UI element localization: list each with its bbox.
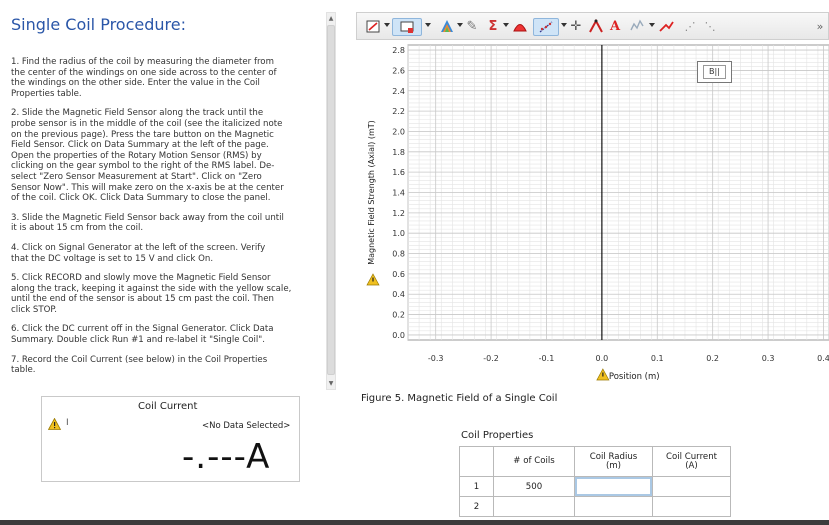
scroll-down-icon[interactable]: ▼ [327, 379, 335, 388]
coil-current-value: -.---A [182, 437, 270, 477]
coil-current-cell[interactable] [652, 476, 731, 497]
y-tick-label: 0.0 [392, 331, 405, 340]
highlight-icon[interactable]: ✎ [463, 18, 481, 36]
y-tick-label: 1.8 [392, 148, 405, 157]
table-row: 1 500 [459, 476, 731, 497]
step-2: 2. Slide the Magnetic Field Sensor along… [11, 108, 284, 204]
coil-radius-cell[interactable] [574, 476, 653, 497]
header-index [459, 446, 494, 477]
y-tick-label: 0.4 [392, 290, 405, 299]
y-tick-label: 2.6 [392, 66, 405, 75]
chevron-down-icon[interactable] [649, 23, 655, 27]
scroll-thumb[interactable] [327, 25, 335, 375]
x-tick-label: 0.2 [706, 354, 719, 363]
coordinates-icon[interactable]: ✛ [567, 18, 585, 36]
step-7: 7. Record the Coil Current (see below) i… [11, 354, 268, 376]
legend-label: B|| [703, 65, 726, 79]
coil-current-unit: A [246, 437, 271, 477]
x-axis-label: Position (m) [609, 372, 660, 382]
annotation-icon[interactable]: A [607, 18, 623, 36]
bottom-divider [0, 520, 829, 525]
area-icon[interactable] [511, 18, 529, 36]
procedure-scrollbar[interactable]: ▲ ▼ [326, 12, 336, 390]
x-tick-label: 0.3 [762, 354, 775, 363]
scroll-up-icon[interactable]: ▲ [327, 14, 335, 23]
coil-current-title: Coil Current [138, 401, 198, 412]
chevron-down-icon[interactable] [384, 23, 390, 27]
step-3: 3. Slide the Magnetic Field Sensor back … [11, 212, 284, 234]
procedure-title: Single Coil Procedure: [11, 15, 186, 34]
more-points-icon[interactable]: ⋱ [701, 18, 719, 36]
y-tick-label: 1.0 [392, 229, 405, 238]
x-tick-label: 0.0 [596, 354, 609, 363]
step-4: 4. Click on Signal Generator at the left… [11, 242, 266, 264]
x-tick-label: 0.4 [817, 354, 829, 363]
slope-icon[interactable] [587, 18, 605, 36]
num-coils-cell[interactable]: 500 [493, 476, 575, 497]
warning-icon [366, 273, 380, 286]
warning-icon [596, 368, 610, 381]
row-index: 1 [459, 476, 494, 497]
magnetic-field-plot[interactable]: -0.3 -0.2 -0.1 0.0 0.1 0.2 0.3 0.4 0.0 0.2 0.4 0.6 0… [356, 40, 829, 385]
step-6: 6. Click the DC current off in the Signa… [11, 324, 274, 346]
y-axis-label: Magnetic Field Strength (Axial) (mT) [367, 120, 376, 265]
header-num-coils: # of Coils [493, 446, 575, 477]
x-tick-label: -0.3 [428, 354, 444, 363]
y-tick-label: 2.0 [392, 127, 405, 136]
y-tick-label: 1.4 [392, 189, 405, 198]
coil-radius-cell[interactable] [574, 496, 653, 517]
table-header-row: # of Coils Coil Radius (m) Coil Current … [459, 446, 731, 477]
table-row: 2 [459, 496, 731, 517]
legend[interactable]: B|| [697, 61, 732, 83]
warning-icon [48, 418, 61, 430]
step-5: 5. Click RECORD and slowly move the Magn… [11, 273, 292, 315]
row-index: 2 [459, 496, 494, 517]
coil-current-display[interactable]: Coil Current I <No Data Selected> -.---A [41, 396, 300, 482]
measurement-label: I [66, 418, 69, 428]
coil-properties-table: # of Coils Coil Radius (m) Coil Current … [459, 446, 731, 517]
y-tick-label: 0.2 [392, 311, 405, 320]
y-tick-label: 2.8 [392, 46, 405, 55]
curve-fit-icon[interactable] [533, 18, 559, 36]
chevron-down-icon[interactable] [503, 23, 509, 27]
num-coils-cell[interactable] [493, 496, 575, 517]
procedure-panel: Single Coil Procedure: 1. Find the radiu… [0, 0, 340, 525]
points-icon[interactable]: ⋰ [681, 18, 699, 36]
chevron-down-icon[interactable] [425, 23, 431, 27]
header-coil-current: Coil Current (A) [652, 446, 731, 477]
coil-current-cell[interactable] [652, 496, 731, 517]
coil-properties-title: Coil Properties [461, 430, 534, 441]
y-tick-label: 0.8 [392, 250, 405, 259]
x-tick-label: -0.1 [539, 354, 555, 363]
x-tick-label: -0.2 [483, 354, 499, 363]
delta-icon[interactable] [657, 18, 675, 36]
add-data-icon[interactable] [629, 18, 647, 36]
y-tick-label: 1.2 [392, 209, 405, 218]
y-tick-label: 1.6 [392, 168, 405, 177]
select-range-icon[interactable] [392, 18, 422, 36]
data-color-icon[interactable] [437, 18, 457, 36]
x-tick-label: 0.1 [651, 354, 664, 363]
y-tick-label: 0.6 [392, 270, 405, 279]
procedure-steps: 1. Find the radius of the coil by measur… [11, 57, 323, 385]
no-data-label: <No Data Selected> [202, 421, 291, 431]
statistics-icon[interactable]: Σ [485, 18, 501, 36]
graph-toolbar: ✎ Σ ✛ A ⋰ ⋱ » [356, 12, 829, 40]
step-1: 1. Find the radius of the coil by measur… [11, 57, 277, 99]
coil-current-number: -.--- [182, 437, 247, 477]
graph-panel[interactable]: -0.3 -0.2 -0.1 0.0 0.1 0.2 0.3 0.4 0.0 0.2 0.4 0.6 0… [356, 40, 829, 385]
figure-caption: Figure 5. Magnetic Field of a Single Coi… [361, 393, 558, 404]
y-tick-label: 2.4 [392, 87, 405, 96]
header-coil-radius: Coil Radius (m) [574, 446, 653, 477]
y-tick-label: 2.2 [392, 107, 405, 116]
toolbar-overflow-button[interactable]: » [813, 18, 827, 36]
scale-to-fit-icon[interactable] [363, 18, 383, 36]
